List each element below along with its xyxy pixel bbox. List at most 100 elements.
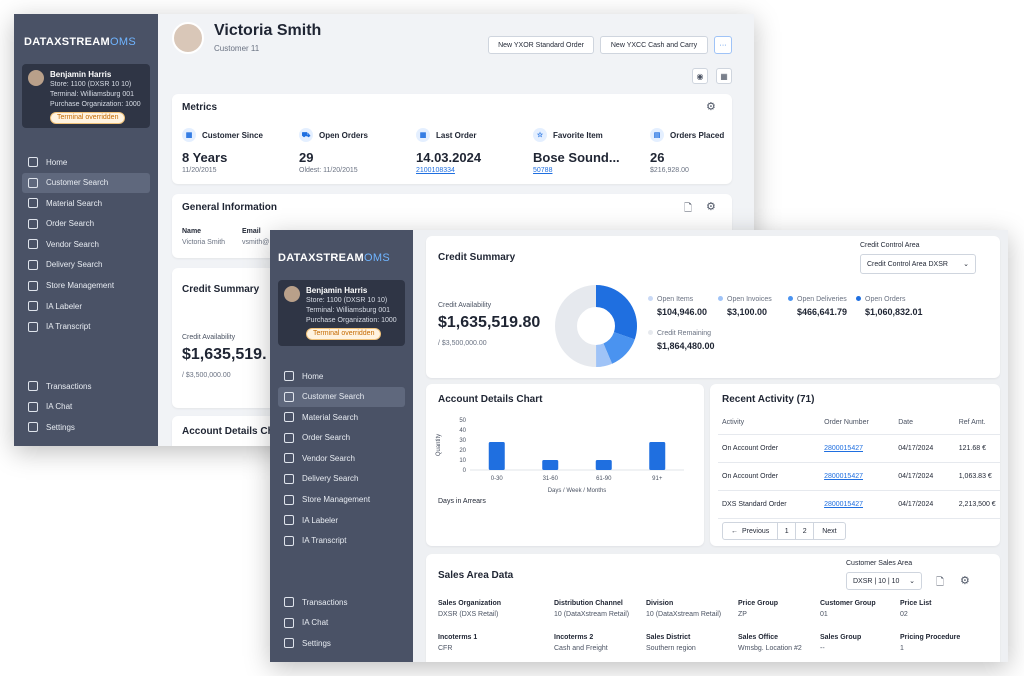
sidebar-item-material-search[interactable]: Material Search [22, 193, 150, 213]
sidebar-item-label: Transactions [302, 597, 348, 607]
x-tick-label: 91+ [652, 476, 663, 482]
x-axis-label: Days / Week / Months [548, 488, 607, 494]
email-label: Email [242, 228, 261, 235]
gear-icon[interactable]: ⚙ [960, 574, 970, 587]
credit-control-select[interactable]: Credit Control Area DXSR ⌄ [860, 254, 976, 274]
sales-area-label: Customer Sales Area [846, 560, 913, 567]
table-row[interactable]: On Account Order 2800015427 04/17/2024 1,06… [718, 462, 1000, 491]
new-cash-carry-button[interactable]: New YXCC Cash and Carry [600, 36, 708, 54]
sidebar-item-ia-labeler[interactable]: IA Labeler [278, 510, 405, 530]
store-management-icon [284, 494, 294, 505]
legend-value: $104,946.00 [657, 307, 708, 317]
gear-icon[interactable]: ⚙ [706, 200, 716, 213]
sidebar-item-settings[interactable]: Settings [278, 633, 405, 653]
sales-area-select[interactable]: DXSR | 10 | 10 ⌄ [846, 572, 922, 590]
sidebar-item-customer-search[interactable]: Customer Search [22, 172, 150, 193]
sales-field-label: Division [646, 600, 674, 607]
sidebar-item-ia-labeler[interactable]: IA Labeler [22, 296, 150, 316]
sidebar-item-home[interactable]: Home [278, 366, 405, 386]
metric-sub[interactable]: 50788 [533, 167, 643, 174]
sales-field-value: CFR [438, 645, 453, 652]
user-org: Purchase Organization: 1000 [306, 317, 397, 324]
column-header: Order Number [820, 412, 895, 435]
sidebar-item-customer-search[interactable]: Customer Search [278, 386, 405, 407]
sidebar-item-delivery-search[interactable]: Delivery Search [278, 469, 405, 489]
customer-search-icon [284, 391, 294, 402]
document-icon[interactable]: 🗋 [684, 201, 692, 218]
sidebar-item-store-management[interactable]: Store Management [278, 490, 405, 510]
metric-sub[interactable]: 2100108334 [416, 167, 526, 174]
front-user-card[interactable]: Benjamin Harris Store: 1100 (DXSR 10 10)… [278, 280, 405, 346]
back-credit-title: Credit Summary [182, 284, 260, 295]
metric-value: 14.03.2024 [416, 150, 482, 165]
sales-field-label: Price Group [738, 600, 779, 607]
credit-summary-card: Credit Summary Credit Control Area Credi… [426, 236, 1000, 378]
table-row[interactable]: On Account Order 2800015427 04/17/2024 121.… [718, 434, 1000, 463]
legend-label: Open Invoices [727, 296, 772, 303]
order-number-link[interactable]: 2800015427 [820, 434, 895, 463]
page-1-button[interactable]: 1 [778, 522, 797, 540]
sidebar-item-label: IA Chat [302, 618, 329, 628]
sidebar-item-transactions[interactable]: Transactions [278, 592, 405, 612]
sidebar-item-label: Delivery Search [302, 474, 359, 484]
sales-field: Sales Office Wmsbg. Location #2 [738, 634, 802, 652]
sidebar-item-vendor-search[interactable]: Vendor Search [278, 448, 405, 468]
sidebar-item-label: IA Labeler [46, 301, 83, 311]
next-button[interactable]: Next [814, 522, 846, 540]
sidebar-item-label: IA Chat [46, 402, 73, 412]
metric-value: 26 [650, 150, 665, 165]
previous-button[interactable]: ← Previous [722, 522, 779, 540]
sidebar-item-vendor-search[interactable]: Vendor Search [22, 234, 150, 254]
back-credit-limit: / $3,500,000.00 [182, 372, 231, 379]
y-tick-label: 0 [463, 468, 467, 474]
sidebar-item-order-search[interactable]: Order Search [278, 428, 405, 448]
new-standard-order-button[interactable]: New YXOR Standard Order [488, 36, 594, 54]
gear-icon[interactable]: ⚙ [706, 100, 716, 113]
sidebar-item-home[interactable]: Home [22, 152, 150, 172]
table-cell: 2,213,500 € [954, 490, 1000, 519]
sidebar-item-delivery-search[interactable]: Delivery Search [22, 255, 150, 275]
sales-field: Sales Organization DXSR (DXS Retail) [438, 600, 501, 618]
grid-icon[interactable]: ▦ [716, 68, 732, 84]
avatar [284, 286, 300, 302]
more-actions-button[interactable]: ··· [714, 36, 732, 54]
sidebar-item-label: Store Management [302, 495, 371, 505]
sidebar-item-order-search[interactable]: Order Search [22, 214, 150, 234]
legend-label-row: Open Orders [856, 296, 923, 303]
user-terminal: Terminal: Williamsburg 001 [306, 307, 391, 314]
sidebar-item-ia-transcript[interactable]: IA Transcript [278, 531, 405, 551]
settings-icon [28, 422, 38, 433]
customer-name: Victoria Smith [214, 22, 322, 39]
bar-91+ [649, 442, 666, 470]
bar-31-60 [542, 460, 559, 470]
sidebar-item-label: Transactions [46, 381, 92, 391]
sidebar-item-ia-chat[interactable]: IA Chat [22, 397, 150, 417]
sales-field-value: DXSR (DXS Retail) [438, 611, 499, 618]
back-user-card[interactable]: Benjamin Harris Store: 1100 (DXSR 10 10)… [22, 64, 150, 128]
sidebar-item-transactions[interactable]: Transactions [22, 376, 150, 396]
sidebar-item-label: Vendor Search [46, 239, 99, 249]
document-icon[interactable]: 🗋 [936, 575, 944, 592]
sidebar-item-material-search[interactable]: Material Search [278, 407, 405, 427]
order-number-link[interactable]: 2800015427 [820, 490, 895, 519]
metric-header: ▤ Orders Placed [650, 128, 754, 142]
table-row[interactable]: DXS Standard Order 2800015427 04/17/2024 2,… [718, 490, 1000, 519]
sidebar-item-settings[interactable]: Settings [22, 417, 150, 437]
user-name: Benjamin Harris [50, 70, 112, 79]
settings-icon [284, 638, 294, 649]
sidebar-item-label: IA Transcript [46, 322, 91, 332]
sidebar-item-ia-chat[interactable]: IA Chat [278, 613, 405, 633]
y-tick-label: 40 [459, 428, 466, 434]
legend-value: $466,641.79 [797, 307, 848, 317]
order-number-link[interactable]: 2800015427 [820, 462, 895, 491]
sales-field-value: -- [820, 645, 825, 652]
metric-value: Bose Sound... [533, 150, 620, 165]
sidebar-item-ia-transcript[interactable]: IA Transcript [22, 317, 150, 337]
sales-field-label: Customer Group [820, 600, 876, 607]
sidebar-item-label: Customer Search [302, 392, 365, 402]
legend-value: $3,100.00 [727, 307, 768, 317]
sidebar-item-store-management[interactable]: Store Management [22, 276, 150, 296]
page-2-button[interactable]: 2 [796, 522, 815, 540]
user-org: Purchase Organization: 1000 [50, 101, 141, 108]
eye-icon[interactable]: ◉ [692, 68, 708, 84]
